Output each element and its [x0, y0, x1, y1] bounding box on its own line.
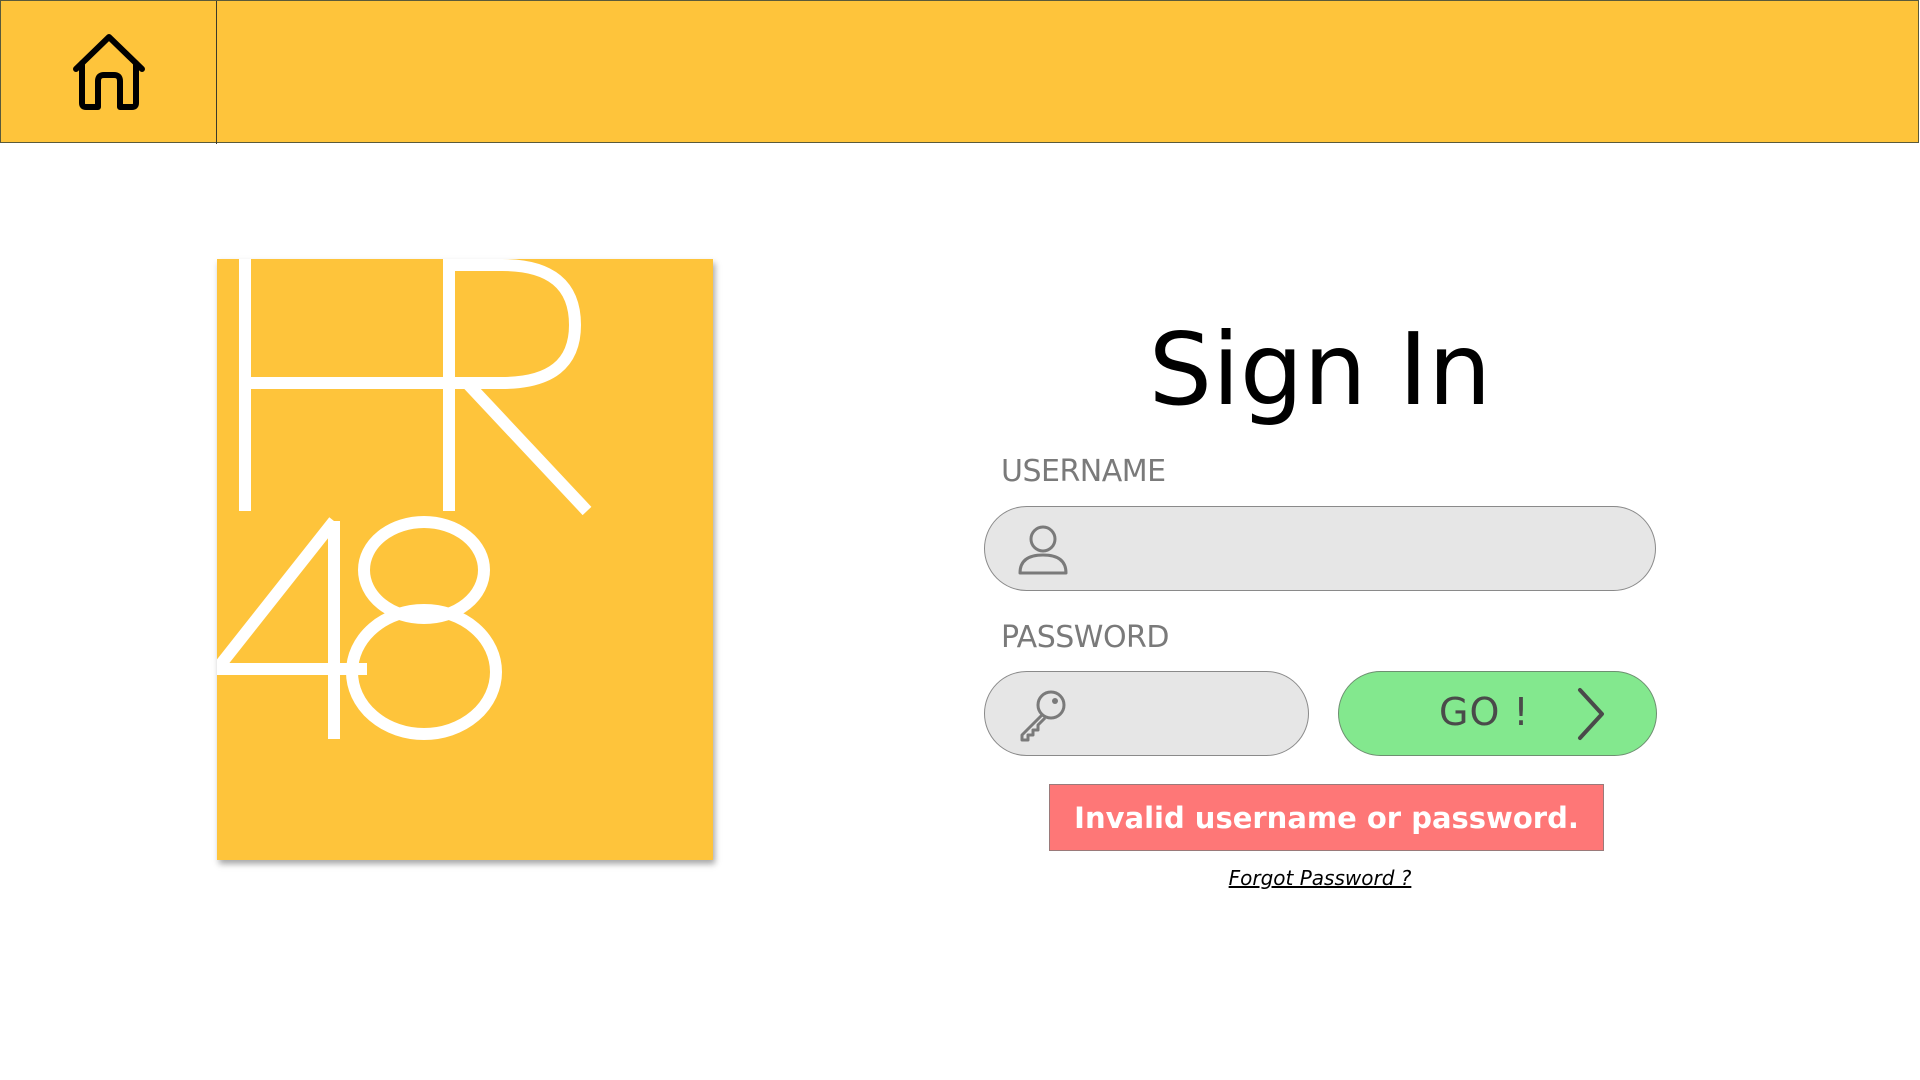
username-input[interactable]: [1081, 518, 1625, 579]
home-button[interactable]: [1, 1, 217, 144]
top-bar: [0, 0, 1919, 144]
error-message: Invalid username or password.: [1049, 784, 1604, 851]
password-label: PASSWORD: [1001, 620, 1170, 655]
key-icon: [1015, 686, 1071, 742]
chevron-right-icon: [1574, 686, 1608, 746]
username-label: USERNAME: [1001, 454, 1166, 489]
password-field[interactable]: [984, 671, 1434, 756]
home-icon: [68, 31, 150, 115]
username-field[interactable]: [984, 506, 1656, 591]
go-button-label: GO !: [1439, 690, 1530, 734]
user-icon: [1015, 521, 1071, 577]
page-title: Sign In: [1148, 311, 1492, 428]
go-button[interactable]: GO !: [1338, 671, 1657, 756]
hr48-logo: HR 48: [217, 259, 713, 860]
forgot-password-link[interactable]: Forgot Password ?: [1150, 866, 1490, 890]
